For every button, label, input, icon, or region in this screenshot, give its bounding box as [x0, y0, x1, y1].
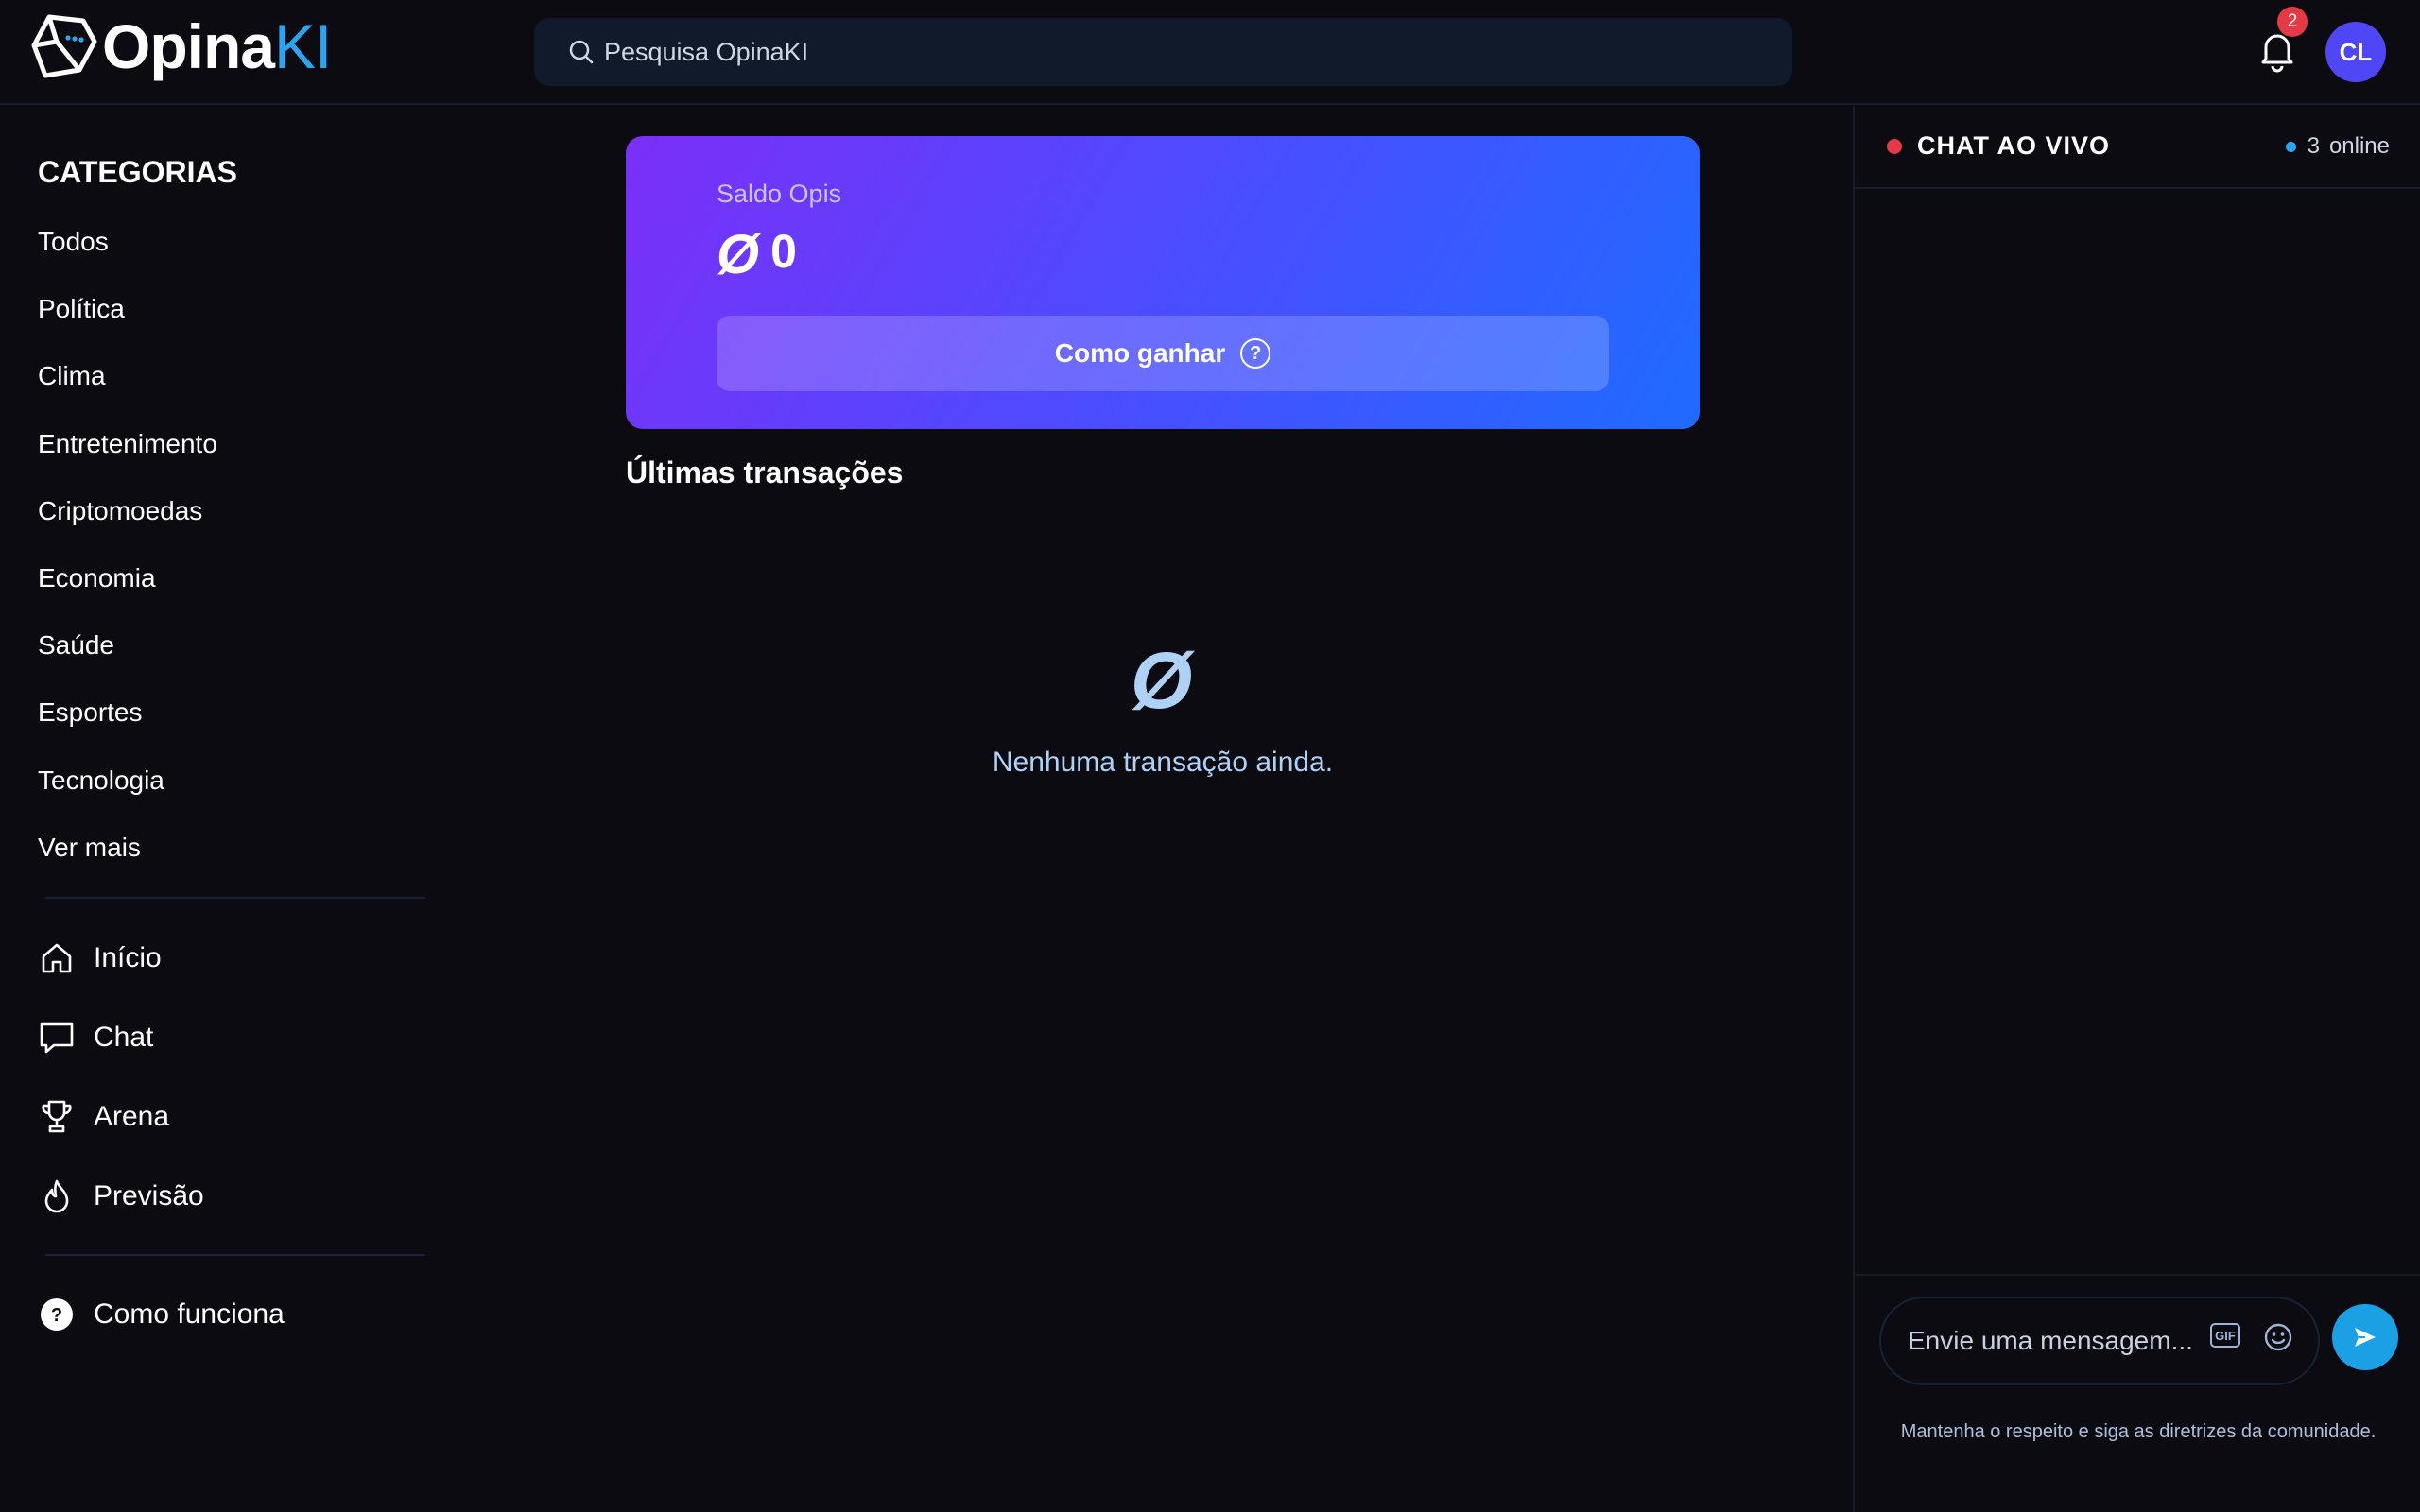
nav-item-previsao[interactable]: Previsão — [38, 1176, 204, 1217]
balance-amount: Ø 0 — [717, 223, 797, 286]
svg-text:?: ? — [51, 1305, 62, 1326]
help-circle-icon: ? — [1240, 338, 1271, 369]
category-item[interactable]: Política — [38, 294, 217, 361]
opis-currency-icon: Ø — [717, 224, 760, 285]
search-bar[interactable] — [534, 18, 1792, 86]
question-circle-icon: ? — [38, 1296, 76, 1333]
nav-label: Início — [94, 942, 162, 973]
chat-header: CHAT AO VIVO 3 online — [1855, 106, 2420, 189]
sidebar-divider — [45, 1254, 425, 1256]
online-dot-icon — [2285, 141, 2296, 152]
nav-item-arena[interactable]: Arena — [38, 1096, 169, 1138]
chat-bubble-icon — [38, 1019, 76, 1057]
category-item[interactable]: Esportes — [38, 697, 217, 765]
gif-icon[interactable]: GIF — [2210, 1323, 2240, 1348]
emoji-icon[interactable] — [2263, 1322, 2293, 1352]
nav-item-inicio[interactable]: Início — [38, 937, 162, 979]
trophy-icon — [38, 1098, 76, 1136]
community-guidelines-note: Mantenha o respeito e siga as diretrizes… — [1900, 1421, 2377, 1442]
balance-value: 0 — [770, 224, 797, 278]
top-header: OpinaKI 2 CL — [0, 0, 2420, 105]
chat-composer: GIF Mantenha o respeito e siga as diretr… — [1855, 1274, 2420, 1512]
transactions-heading: Últimas transações — [626, 455, 904, 490]
message-box[interactable]: GIF — [1879, 1297, 2320, 1385]
category-item[interactable]: Todos — [38, 227, 217, 294]
search-input[interactable] — [604, 37, 1644, 67]
category-item[interactable]: Tecnologia — [38, 765, 217, 833]
empty-transactions-message: Nenhuma transação ainda. — [992, 747, 1334, 778]
send-icon — [2355, 1328, 2376, 1347]
nav-label: Chat — [94, 1022, 154, 1053]
online-counter: 3 online — [2285, 133, 2390, 160]
category-item[interactable]: Criptomoedas — [38, 496, 217, 563]
nav-label: Como funciona — [94, 1298, 285, 1330]
notification-badge: 2 — [2277, 7, 2308, 37]
chat-title: CHAT AO VIVO — [1917, 131, 2111, 160]
left-sidebar: CATEGORIAS Todos Política Clima Entreten… — [0, 106, 444, 1512]
nav-label: Arena — [94, 1101, 170, 1132]
message-input[interactable] — [1908, 1326, 2197, 1356]
see-more-link[interactable]: Ver mais — [38, 833, 217, 900]
nav-item-chat[interactable]: Chat — [38, 1017, 153, 1058]
how-to-earn-label: Como ganhar — [1054, 338, 1226, 368]
category-item[interactable]: Saúde — [38, 630, 217, 697]
balance-label: Saldo Opis — [717, 180, 842, 208]
how-to-earn-button[interactable]: Como ganhar ? — [717, 316, 1609, 391]
how-it-works-link[interactable]: ? Como funciona — [38, 1294, 285, 1335]
sidebar-divider — [45, 897, 425, 899]
nav-label: Previsão — [94, 1180, 204, 1211]
search-icon — [569, 40, 594, 64]
live-indicator — [1887, 139, 1902, 154]
category-list: Todos Política Clima Entretenimento Crip… — [38, 227, 217, 900]
categories-heading: CATEGORIAS — [38, 155, 237, 189]
user-avatar[interactable]: CL — [2325, 22, 2386, 82]
logo-wordmark: OpinaKI — [102, 11, 332, 81]
online-label: online — [2328, 133, 2390, 159]
opinaki-logo[interactable]: OpinaKI — [30, 11, 332, 81]
live-chat-panel: CHAT AO VIVO 3 online GIF Mantenha o res… — [1853, 106, 2420, 1512]
category-item[interactable]: Clima — [38, 361, 217, 428]
online-count: 3 — [2307, 133, 2320, 159]
opis-currency-icon: Ø — [1131, 636, 1193, 725]
category-item[interactable]: Entretenimento — [38, 429, 217, 496]
balance-card: Saldo Opis Ø 0 Como ganhar ? — [626, 136, 1700, 429]
cube-logo-icon — [31, 14, 97, 78]
flame-icon — [38, 1177, 76, 1215]
send-button[interactable] — [2332, 1304, 2398, 1370]
category-item[interactable]: Economia — [38, 563, 217, 630]
home-icon — [38, 939, 76, 977]
